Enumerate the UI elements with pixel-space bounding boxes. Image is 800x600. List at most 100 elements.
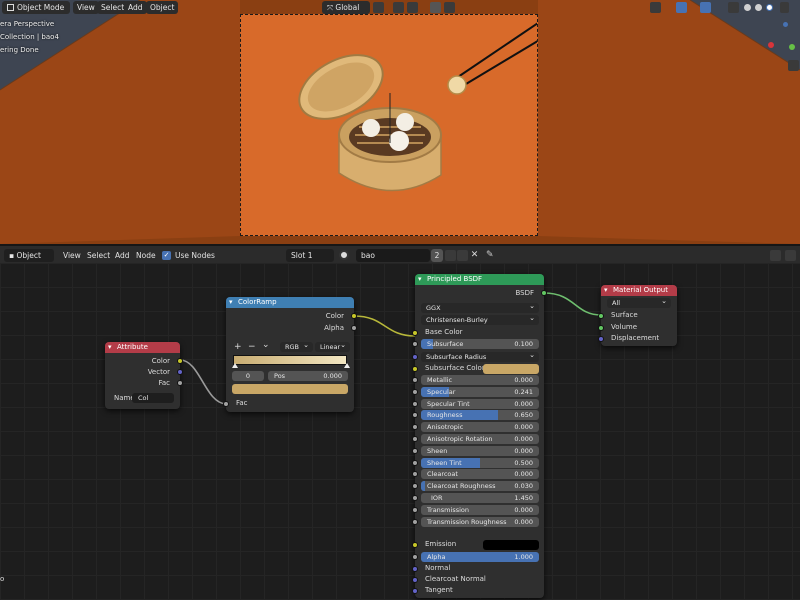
sheen-field[interactable]: Sheen 0.000: [421, 445, 539, 456]
gizmo-axis-y-icon[interactable]: [783, 22, 788, 27]
slot-dropdown[interactable]: Slot 1: [286, 249, 334, 262]
transform-orientation-dropdown[interactable]: ⤧ Global: [322, 1, 370, 14]
duplicate-icon[interactable]: [457, 250, 468, 261]
object-mode-dropdown[interactable]: Object Mode: [2, 1, 70, 14]
surface-socket[interactable]: [598, 313, 604, 319]
anisotropic-rotation-field[interactable]: Anisotropic Rotation 0.000: [421, 434, 539, 444]
clearcoat-roughness-socket[interactable]: [412, 483, 418, 490]
volume-socket[interactable]: [598, 325, 604, 331]
colorramp-color-socket[interactable]: [351, 313, 357, 319]
subsurface-color-swatch[interactable]: [483, 364, 539, 374]
subsurface-color-socket[interactable]: [412, 366, 418, 372]
use-nodes-checkbox[interactable]: ✓: [162, 251, 171, 260]
add-stop-button[interactable]: +: [234, 342, 242, 352]
transmission-socket[interactable]: [412, 506, 418, 513]
node-menu-select[interactable]: Select: [87, 250, 110, 262]
transmission-roughness-field[interactable]: Transmission Roughness 0.000: [421, 516, 539, 527]
ior-field[interactable]: IOR 1.450: [421, 493, 539, 503]
transmission-roughness-socket[interactable]: [412, 518, 418, 525]
snap-nodes-icon[interactable]: [785, 250, 796, 261]
specular-tint-socket[interactable]: [412, 400, 418, 407]
colorramp-node-header[interactable]: ColorRamp: [226, 297, 354, 308]
ramp-pos-field[interactable]: Pos 0.000: [268, 371, 348, 381]
distribution-dropdown[interactable]: GGX: [421, 301, 539, 313]
viewport-menu-view[interactable]: View: [73, 1, 99, 14]
attribute-vector-socket[interactable]: [177, 369, 183, 375]
falloff-icon[interactable]: [444, 2, 455, 13]
user-count-badge[interactable]: 2: [431, 249, 443, 262]
ramp-color-mode-dropdown[interactable]: RGB: [280, 340, 313, 352]
shading-rendered-icon[interactable]: [766, 4, 773, 11]
zoom-icon[interactable]: [788, 60, 799, 71]
material-name-field[interactable]: bao: [356, 249, 430, 262]
pin-icon[interactable]: ✎: [486, 249, 497, 261]
roughness-socket[interactable]: [412, 412, 418, 419]
transmission-field[interactable]: Transmission 0.000: [421, 504, 539, 515]
colorramp-alpha-socket[interactable]: [351, 325, 357, 331]
ramp-stop-index-field[interactable]: 0: [232, 371, 264, 381]
principled-bsdf-node[interactable]: Principled BSDF BSDF GGX Christensen-Bur…: [412, 274, 547, 598]
bsdf-node-header[interactable]: Principled BSDF: [415, 274, 544, 285]
ior-socket[interactable]: [412, 495, 418, 501]
shading-solid-icon[interactable]: [744, 4, 751, 11]
anisotropic-socket[interactable]: [412, 424, 418, 431]
colorramp-fac-socket[interactable]: [223, 401, 229, 407]
clearcoat-normal-socket[interactable]: [412, 577, 418, 583]
visibility-icon[interactable]: [650, 2, 661, 13]
emission-socket[interactable]: [412, 542, 418, 548]
overlay-icon[interactable]: [700, 2, 711, 13]
remove-stop-button[interactable]: −: [248, 342, 256, 352]
subsurface-radius-dropdown[interactable]: Subsurface Radius: [421, 350, 539, 362]
color-ramp-gradient[interactable]: [233, 355, 347, 365]
snap-target-icon[interactable]: [407, 2, 418, 13]
ramp-stop-color-swatch[interactable]: [232, 384, 348, 394]
fake-user-icon[interactable]: [445, 250, 456, 261]
metallic-socket[interactable]: [412, 377, 418, 383]
subsurface-method-dropdown[interactable]: Christensen-Burley: [421, 313, 539, 325]
output-node-header[interactable]: Material Output: [601, 285, 677, 296]
subsurface-socket[interactable]: [412, 341, 418, 347]
shading-options-icon[interactable]: [780, 2, 789, 13]
sheen-socket[interactable]: [412, 447, 418, 454]
shading-material-icon[interactable]: [755, 4, 762, 11]
subsurface-radius-socket[interactable]: [412, 354, 418, 360]
gizmo-axis-z-icon[interactable]: [789, 44, 795, 50]
tangent-socket[interactable]: [412, 588, 418, 594]
parent-tree-icon[interactable]: [770, 250, 781, 261]
gizmo-icon[interactable]: [676, 2, 687, 13]
ramp-menu-icon[interactable]: ⌄: [262, 340, 270, 350]
anisotropic-rotation-socket[interactable]: [412, 436, 418, 442]
node-canvas[interactable]: Attribute Color Vector Fac Name Col Colo…: [0, 263, 800, 600]
ramp-stop-handle-right[interactable]: [344, 363, 350, 368]
clearcoat-field[interactable]: Clearcoat 0.000: [421, 469, 539, 480]
sheen-tint-socket[interactable]: [412, 459, 418, 466]
anisotropic-field[interactable]: Anisotropic 0.000: [421, 422, 539, 433]
attribute-color-socket[interactable]: [177, 358, 183, 364]
alpha-socket[interactable]: [412, 554, 418, 560]
normal-socket[interactable]: [412, 566, 418, 572]
gizmo-axis-x-icon[interactable]: [768, 42, 774, 48]
specular-field[interactable]: Specular 0.241: [421, 386, 539, 397]
unlink-icon[interactable]: ✕: [469, 249, 480, 261]
attribute-node-header[interactable]: Attribute: [105, 342, 180, 353]
specular-tint-field[interactable]: Specular Tint 0.000: [421, 398, 539, 409]
viewport-menu-object[interactable]: Object: [146, 1, 179, 14]
emission-color-swatch[interactable]: [483, 540, 539, 550]
attribute-name-field[interactable]: Col: [132, 393, 174, 403]
output-target-dropdown[interactable]: All: [607, 296, 671, 308]
pivot-icon[interactable]: [373, 2, 384, 13]
specular-socket[interactable]: [412, 388, 418, 395]
material-output-node[interactable]: Material Output All Surface Volume Displ…: [598, 285, 677, 346]
subsurface-field[interactable]: Subsurface 0.100: [421, 339, 539, 349]
base-color-socket[interactable]: [412, 330, 418, 336]
xray-icon[interactable]: [728, 2, 739, 13]
clearcoat-roughness-field[interactable]: Clearcoat Roughness 0.030: [421, 481, 539, 492]
node-menu-node[interactable]: Node: [136, 250, 156, 262]
viewport-menu-add[interactable]: Add: [124, 1, 147, 14]
metallic-field[interactable]: Metallic 0.000: [421, 375, 539, 385]
roughness-field[interactable]: Roughness 0.650: [421, 410, 539, 421]
clearcoat-socket[interactable]: [412, 471, 418, 478]
ramp-stop-handle-left[interactable]: [232, 363, 238, 368]
colorramp-node[interactable]: ColorRamp Color Alpha + − ⌄ RGB Linear 0…: [223, 297, 357, 412]
node-menu-view[interactable]: View: [63, 250, 81, 262]
